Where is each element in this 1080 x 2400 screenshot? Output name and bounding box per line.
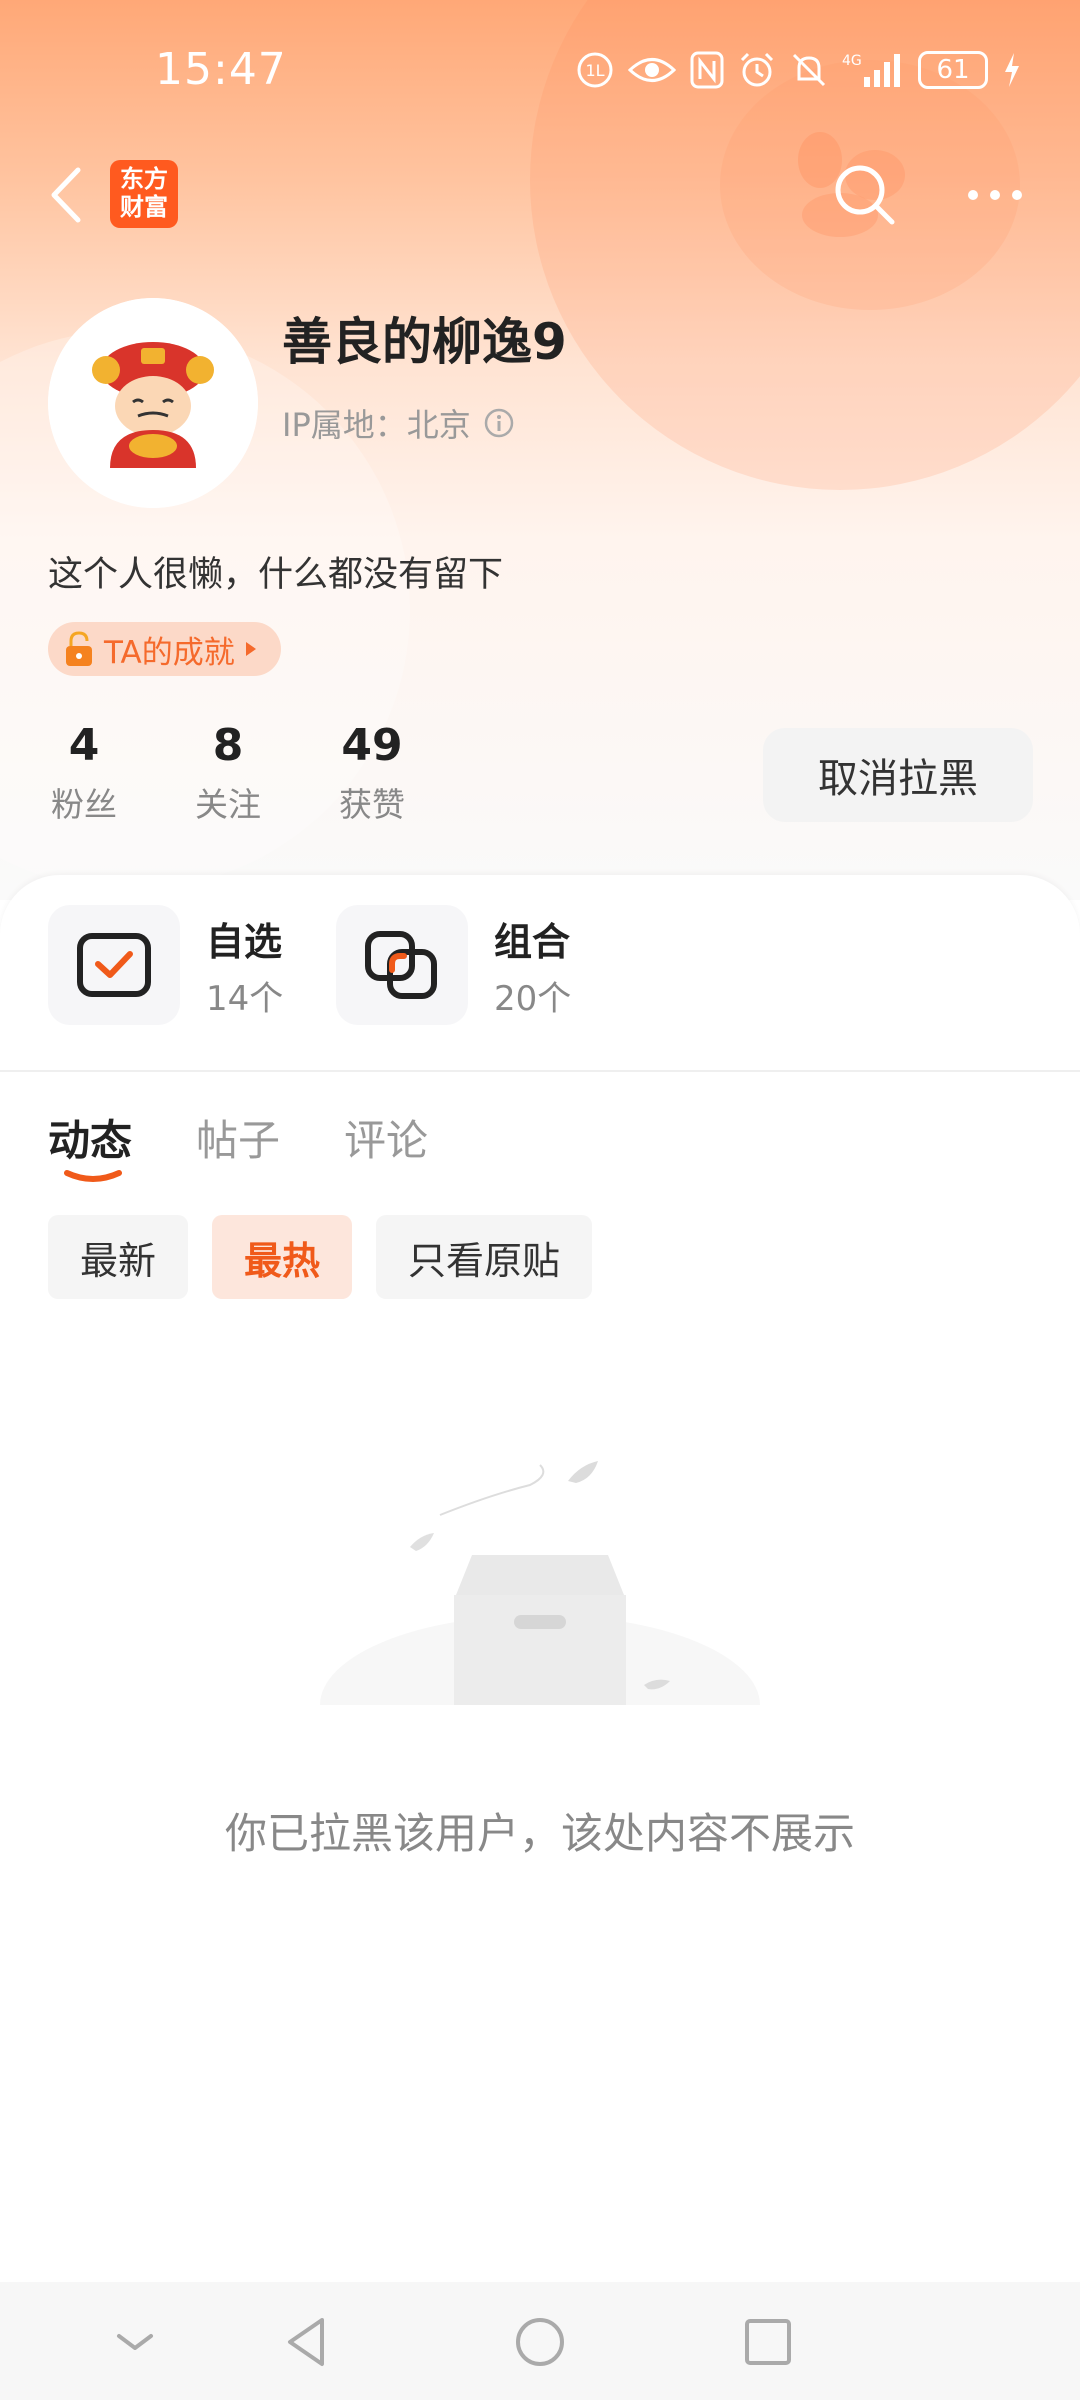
- profile-page: 15:47 1L 4G 61 东方 财富 善良的柳逸9 IP属地：北京 这个人很…: [0, 0, 1080, 2400]
- nfc-icon: [690, 51, 724, 89]
- portfolio-icon: [365, 931, 437, 999]
- svg-text:1L: 1L: [585, 61, 604, 80]
- tab-comments[interactable]: 评论: [344, 1107, 428, 1168]
- quick-link-count: 20个: [494, 979, 572, 1019]
- divider: [0, 1070, 1080, 1072]
- signal-icon: 4G: [842, 53, 900, 87]
- more-icon[interactable]: [965, 180, 1025, 210]
- stat-followers[interactable]: 4 粉丝: [24, 720, 144, 826]
- stat-label: 粉丝: [51, 785, 117, 824]
- eye-icon: [628, 58, 676, 82]
- stat-likes[interactable]: 49 获赞: [312, 720, 432, 826]
- charging-icon: [1005, 53, 1019, 87]
- content-tabs: 动态 帖子 评论: [48, 1107, 428, 1182]
- stat-number: 8: [212, 720, 244, 771]
- blocked-empty-message: 你已拉黑该用户，该处内容不展示: [224, 1809, 855, 1858]
- sort-filters: 最新 最热 只看原贴: [48, 1215, 593, 1299]
- status-time: 15:47: [155, 44, 287, 95]
- hide-keyboard-icon[interactable]: [105, 2312, 165, 2372]
- play-arrow-icon: [245, 642, 256, 656]
- hd-call-icon: 1L: [577, 52, 613, 88]
- status-icons: 1L 4G 61: [576, 48, 1022, 92]
- info-icon[interactable]: [483, 407, 515, 439]
- caishen-avatar-icon: [48, 298, 258, 508]
- stat-number: 4: [68, 720, 100, 771]
- ip-location: IP属地：北京: [282, 400, 515, 446]
- quick-link-title: 组合: [494, 920, 571, 964]
- stat-following[interactable]: 8 关注: [168, 720, 288, 826]
- active-tab-indicator: [64, 1170, 122, 1182]
- alarm-icon: [740, 52, 774, 87]
- app-logo: 东方 财富: [110, 160, 178, 228]
- quick-link-count: 14个: [206, 979, 284, 1019]
- status-bar: 15:47 1L 4G 61: [0, 0, 1080, 140]
- search-icon[interactable]: [830, 160, 900, 230]
- stat-label: 关注: [195, 785, 261, 824]
- unblock-button[interactable]: 取消拉黑: [763, 728, 1033, 822]
- content-card: 自选 14个 组合 20个 动态 帖子 评论 最新 最热 只看原贴 你已拉黑该用…: [0, 875, 1080, 2400]
- stat-label: 获赞: [339, 785, 405, 824]
- filter-hottest[interactable]: 最热: [212, 1215, 353, 1299]
- mute-bell-icon: [792, 53, 826, 87]
- tab-dynamics[interactable]: 动态: [48, 1107, 132, 1182]
- quick-link-title: 自选: [206, 920, 283, 964]
- watchlist-check-icon: [77, 933, 151, 997]
- stat-number: 49: [341, 720, 403, 771]
- username: 善良的柳逸9: [282, 313, 567, 371]
- avatar[interactable]: [48, 298, 258, 508]
- empty-box-illustration: [310, 1461, 770, 1735]
- filter-original-only[interactable]: 只看原贴: [376, 1215, 593, 1299]
- network-type: 4G: [842, 53, 862, 69]
- achievement-label: TA的成就: [104, 634, 235, 671]
- home-circle-icon[interactable]: [510, 2312, 570, 2372]
- battery-level: 61: [936, 55, 970, 85]
- system-nav-bar: [0, 2282, 1080, 2400]
- back-icon[interactable]: [44, 160, 94, 230]
- recents-square-icon[interactable]: [738, 2312, 798, 2372]
- achievement-button[interactable]: TA的成就: [48, 622, 281, 676]
- lock-icon: [66, 631, 92, 666]
- battery-indicator: 61: [918, 51, 988, 89]
- ip-label: IP属地：北京: [282, 406, 471, 444]
- tab-posts[interactable]: 帖子: [196, 1107, 280, 1168]
- nav-back-triangle-icon[interactable]: [278, 2312, 338, 2372]
- bio: 这个人很懒，什么都没有留下: [48, 555, 504, 595]
- filter-latest[interactable]: 最新: [48, 1215, 189, 1299]
